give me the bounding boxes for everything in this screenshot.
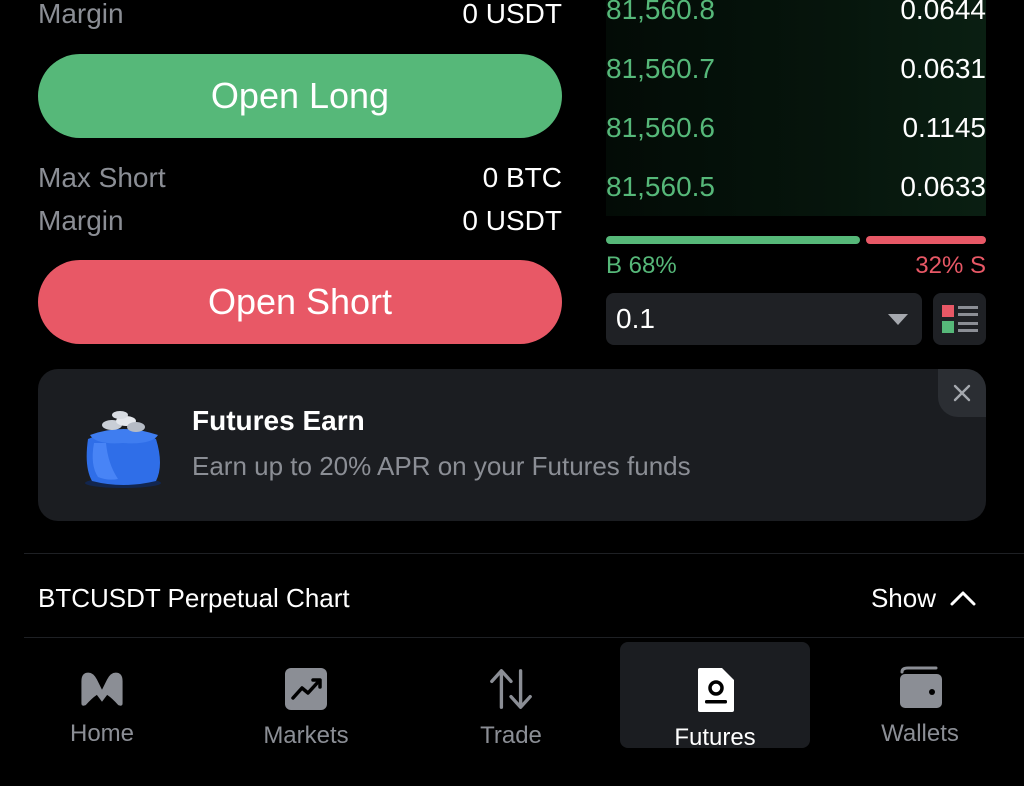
chart-show-toggle[interactable]: Show	[871, 583, 986, 614]
nav-label: Home	[69, 720, 135, 747]
futures-screen: Margin 0 USDT Open Long Max Short 0 BTC …	[0, 0, 1024, 786]
nav-label: Markets	[263, 722, 349, 749]
order-price: 81,560.5	[606, 171, 715, 202]
futures-earn-banner[interactable]: Futures Earn Earn up to 20% APR on your …	[38, 369, 986, 521]
margin-label: Margin	[38, 205, 124, 236]
nav-label: Futures	[674, 724, 756, 751]
section-divider	[24, 553, 1024, 554]
buy-ratio-fill	[606, 236, 861, 244]
futures-document-icon	[691, 666, 739, 714]
margin-label: Margin	[38, 0, 124, 29]
order-book-row[interactable]: 81,560.6 0.1145	[606, 112, 986, 144]
nav-item-wallets[interactable]: Wallets	[825, 642, 1015, 748]
chart-section-header: BTCUSDT Perpetual Chart Show	[38, 578, 986, 618]
money-bag-icon	[78, 409, 168, 489]
bottom-navigation: Home Markets Trade Futures Wallets	[0, 638, 1024, 786]
order-book-row[interactable]: 81,560.5 0.0633	[606, 171, 986, 203]
nav-item-home[interactable]: Home	[7, 642, 197, 748]
margin-row: Margin 0 USDT	[38, 205, 562, 237]
sell-ratio-fill	[866, 236, 986, 244]
max-short-label: Max Short	[38, 162, 166, 193]
order-book-row[interactable]: 81,560.7 0.0631	[606, 53, 986, 85]
depth-precision-value: 0.1	[616, 303, 655, 334]
trade-arrows-icon	[487, 666, 535, 712]
margin-row-top: Margin 0 USDT	[38, 0, 562, 30]
chart-toggle-label: Show	[870, 582, 936, 613]
order-book-row[interactable]: 81,560.8 0.0644	[606, 0, 986, 26]
banner-title: Futures Earn	[192, 405, 365, 436]
chart-section-title: BTCUSDT Perpetual Chart	[38, 582, 350, 613]
caret-down-icon	[888, 313, 908, 325]
close-banner-button[interactable]	[938, 369, 986, 417]
open-long-button[interactable]: Open Long	[38, 54, 562, 138]
depth-precision-select[interactable]: 0.1	[606, 293, 922, 345]
nav-item-trade[interactable]: Trade	[416, 642, 606, 749]
nav-label: Wallets	[881, 720, 959, 747]
markets-chart-icon	[282, 666, 330, 712]
order-quantity: 0.0631	[900, 53, 986, 84]
margin-value: 0 USDT	[462, 0, 562, 29]
banner-subtitle: Earn up to 20% APR on your Futures funds	[192, 451, 691, 481]
close-icon	[953, 384, 971, 402]
order-price: 81,560.7	[606, 53, 715, 84]
nav-label: Trade	[480, 722, 542, 749]
buy-sell-ratio-bar	[606, 236, 986, 244]
nav-item-futures[interactable]: Futures	[620, 642, 810, 751]
open-short-button[interactable]: Open Short	[38, 260, 562, 344]
margin-value: 0 USDT	[462, 205, 562, 236]
max-short-value: 0 BTC	[482, 162, 562, 193]
home-logo-icon	[78, 666, 126, 710]
order-quantity: 0.0644	[900, 0, 986, 25]
orderbook-layout-icon	[941, 305, 978, 333]
order-price: 81,560.8	[606, 0, 715, 25]
order-price: 81,560.6	[606, 112, 715, 143]
wallet-icon	[896, 666, 944, 710]
sell-ratio-label: 32% S	[915, 252, 986, 279]
buy-ratio-label: B 68%	[606, 252, 677, 279]
order-quantity: 0.0633	[900, 171, 986, 202]
chevron-up-icon	[950, 591, 976, 606]
buy-sell-ratio-labels: B 68% 32% S	[606, 252, 986, 280]
order-quantity: 0.1145	[902, 112, 986, 143]
max-short-row: Max Short 0 BTC	[38, 162, 562, 194]
nav-item-markets[interactable]: Markets	[211, 642, 401, 749]
orderbook-layout-button[interactable]	[933, 293, 986, 345]
